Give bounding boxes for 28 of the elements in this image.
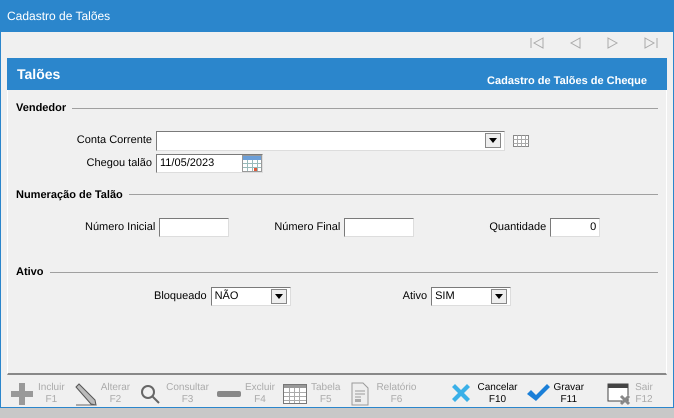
section-title: Ativo xyxy=(16,265,44,280)
calendar-icon[interactable] xyxy=(242,154,262,172)
field-label: Bloqueado xyxy=(154,288,207,304)
toolbar-button[interactable]: Gravar F11 xyxy=(524,381,584,407)
toolbar-button[interactable]: Cancelar F10 xyxy=(448,381,518,407)
select-box[interactable]: SIM xyxy=(431,286,512,306)
input-field[interactable] xyxy=(159,218,230,237)
date-field[interactable]: 11/05/2023 xyxy=(156,154,263,172)
field-label: Ativo xyxy=(402,288,428,304)
window-title: Cadastro de Talões xyxy=(7,8,110,25)
field-label: Quantidade xyxy=(489,220,546,236)
window-close-icon xyxy=(606,381,632,407)
field-label: Número Final xyxy=(274,220,340,236)
plus-icon xyxy=(9,381,35,407)
minus-icon xyxy=(216,390,242,398)
table-icon xyxy=(282,381,308,407)
section-title: Numeração de Talão xyxy=(16,188,123,202)
panel-subtitle: Cadastro de Talões de Cheque xyxy=(487,74,647,88)
select-box[interactable]: NÃO xyxy=(210,286,291,306)
field-label: Conta Corrente xyxy=(76,133,152,148)
field-label: Número Inicial xyxy=(85,220,156,236)
panel-title: Talões xyxy=(17,65,60,84)
combo-box[interactable] xyxy=(156,130,505,150)
grid-icon[interactable] xyxy=(513,134,529,146)
input-field[interactable] xyxy=(344,218,414,237)
input-field[interactable]: 0 xyxy=(550,218,600,237)
field-label: Chegou talão xyxy=(86,156,152,171)
section-title: Vendedor xyxy=(16,101,66,116)
